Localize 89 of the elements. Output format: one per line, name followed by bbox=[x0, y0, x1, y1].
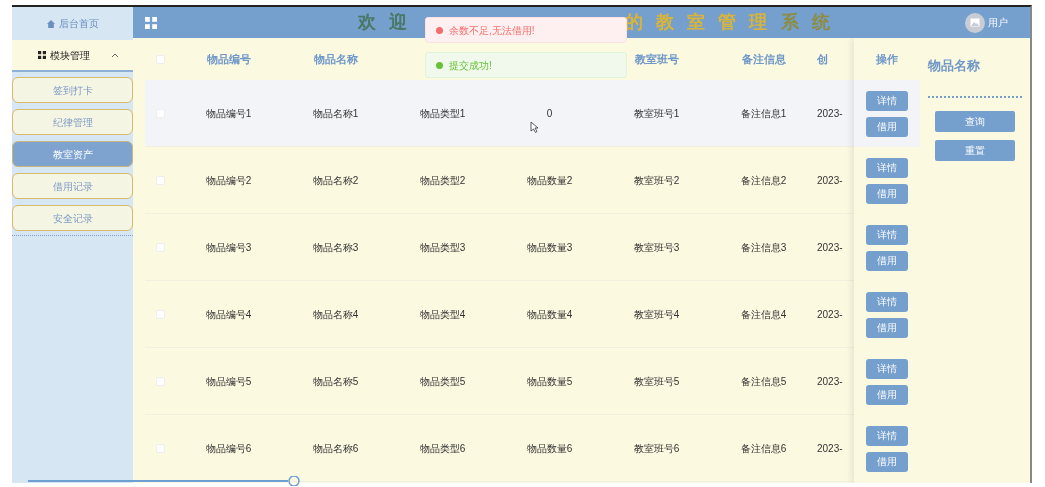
error-icon bbox=[436, 26, 443, 34]
chevron-icon bbox=[111, 52, 119, 58]
table-cell-text: 2023- bbox=[817, 106, 843, 121]
table-cell-text: 2023- bbox=[817, 173, 843, 188]
table-cell-text: 物品类型3 bbox=[419, 240, 466, 255]
details-button[interactable]: 详情 bbox=[866, 291, 908, 312]
table-cell-text: 备注信息3 bbox=[740, 240, 787, 255]
table-cell-text: 物品类型4 bbox=[419, 307, 466, 322]
borrow-button[interactable]: 借用 bbox=[866, 451, 908, 472]
table-cell-text: 备注信息2 bbox=[740, 173, 787, 188]
table-cell-text: 物品编号1 bbox=[205, 106, 252, 121]
sidebar-item[interactable]: 安全记录 bbox=[12, 205, 133, 231]
table-cell-text: 物品数量4 bbox=[526, 307, 573, 322]
table-cell-text: 物品类型5 bbox=[419, 374, 466, 389]
table-cell-text: 物品编号5 bbox=[205, 374, 252, 389]
table-cell-text: 教室班号4 bbox=[633, 307, 680, 322]
row-checkbox[interactable] bbox=[155, 309, 165, 319]
table-cell-text: 物品名称6 bbox=[312, 441, 359, 456]
check-icon bbox=[436, 61, 443, 69]
details-button[interactable]: 详情 bbox=[866, 157, 908, 178]
details-button[interactable]: 详情 bbox=[866, 224, 908, 245]
table-cell-text: 备注信息1 bbox=[740, 106, 787, 121]
sidebar-item[interactable]: 教室资产 bbox=[12, 141, 133, 167]
column-header: 备注信息 bbox=[741, 51, 786, 67]
sidebar-item[interactable]: 借用记录 bbox=[12, 173, 133, 199]
table-cell-text: 物品数量3 bbox=[526, 240, 573, 255]
table-cell-text: 物品数量6 bbox=[526, 441, 573, 456]
title-text: 欢 迎 bbox=[358, 11, 411, 34]
success-toast: 提交成功! bbox=[425, 52, 627, 78]
panel-title: 物品名称 bbox=[928, 57, 981, 75]
details-button[interactable]: 详情 bbox=[866, 358, 908, 379]
column-header: 教室班号 bbox=[634, 51, 679, 67]
table-cell-text: 备注信息4 bbox=[740, 307, 787, 322]
home-link[interactable]: 后台首页 bbox=[58, 16, 99, 31]
column-header: 创 bbox=[817, 51, 828, 67]
table-cell-text: 物品数量2 bbox=[526, 173, 573, 188]
table-cell-text: 物品名称3 bbox=[312, 240, 359, 255]
column-header: 物品编号 bbox=[206, 51, 251, 67]
borrow-button[interactable]: 借用 bbox=[866, 250, 908, 271]
details-button[interactable]: 详情 bbox=[866, 425, 908, 446]
table-cell-text: 物品编号2 bbox=[205, 173, 252, 188]
table-cell-text: 物品名称2 bbox=[312, 173, 359, 188]
table-cell-text: 物品数量5 bbox=[526, 374, 573, 389]
module-menu-header[interactable]: 模块管理 bbox=[12, 40, 133, 72]
table-cell-text: 物品名称5 bbox=[312, 374, 359, 389]
table-cell-text: 备注信息6 bbox=[740, 441, 787, 456]
table-cell-text: 物品编号6 bbox=[205, 441, 252, 456]
table-cell-text: 2023- bbox=[817, 307, 843, 322]
borrow-button[interactable]: 借用 bbox=[866, 317, 908, 338]
table-cell-text: 教室班号2 bbox=[633, 173, 680, 188]
table-cell-text: 物品类型1 bbox=[419, 106, 466, 121]
table-cell-text: 教室班号5 bbox=[633, 374, 680, 389]
avatar-icon[interactable] bbox=[965, 12, 985, 33]
row-checkbox[interactable] bbox=[155, 376, 165, 386]
table-cell-text: 教室班号1 bbox=[633, 106, 680, 121]
sidebar-item[interactable]: 纪律管理 bbox=[12, 109, 133, 135]
cursor-icon bbox=[530, 121, 539, 133]
column-header: 物品名称 bbox=[313, 51, 358, 67]
table-cell-text: 0 bbox=[546, 106, 553, 121]
table-cell-text: 2023- bbox=[817, 441, 843, 456]
sidebar-item[interactable]: 签到打卡 bbox=[12, 77, 133, 103]
error-toast: 余数不足,无法借用! bbox=[425, 17, 627, 43]
grid-icon bbox=[145, 16, 157, 29]
select-all-checkbox[interactable] bbox=[155, 54, 165, 64]
table-cell-text: 教室班号3 bbox=[633, 240, 680, 255]
borrow-button[interactable]: 借用 bbox=[866, 116, 908, 137]
table-cell-text: 2023- bbox=[817, 374, 843, 389]
row-checkbox[interactable] bbox=[155, 443, 165, 453]
table-cell-text: 物品名称1 bbox=[312, 106, 359, 121]
table-cell-text: 教室班号6 bbox=[633, 441, 680, 456]
user-name[interactable]: 用户 bbox=[988, 15, 1008, 30]
search-button[interactable]: 查询 bbox=[935, 110, 1015, 132]
table-cell-text: 物品类型2 bbox=[419, 173, 466, 188]
details-button[interactable]: 详情 bbox=[866, 90, 908, 111]
borrow-button[interactable]: 借用 bbox=[866, 183, 908, 204]
row-checkbox[interactable] bbox=[155, 175, 165, 185]
home-icon bbox=[46, 19, 55, 28]
table-cell-text: 物品类型6 bbox=[419, 441, 466, 456]
reset-button[interactable]: 重置 bbox=[935, 139, 1015, 161]
table-cell-text: 物品编号4 bbox=[205, 307, 252, 322]
table-cell-text: 2023- bbox=[817, 240, 843, 255]
table-cell-text: 备注信息5 bbox=[740, 374, 787, 389]
grid-icon bbox=[38, 51, 46, 59]
borrow-button[interactable]: 借用 bbox=[866, 384, 908, 405]
title-text: 系 统 bbox=[781, 11, 835, 34]
table-cell-text: 物品编号3 bbox=[205, 240, 252, 255]
table-cell-text: 物品名称4 bbox=[312, 307, 359, 322]
column-header: 操作 bbox=[876, 51, 898, 67]
row-checkbox[interactable] bbox=[155, 242, 165, 252]
